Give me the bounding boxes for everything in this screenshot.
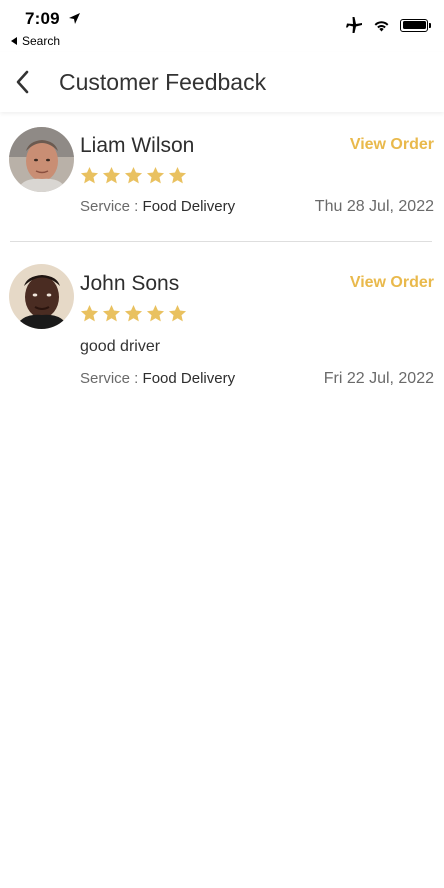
battery-icon (400, 18, 431, 32)
star-icon (124, 304, 143, 322)
wifi-icon (374, 20, 389, 31)
app-header: Customer Feedback (0, 52, 444, 112)
star-icon (168, 304, 187, 322)
back-triangle-icon (11, 37, 17, 45)
view-order-link[interactable]: View Order (350, 136, 434, 154)
back-to-search-link[interactable]: Search (11, 34, 60, 48)
avatar (9, 264, 74, 329)
star-icon (124, 166, 143, 184)
star-rating (80, 304, 187, 323)
service-label: Service : (80, 198, 139, 215)
star-icon (146, 166, 165, 184)
feedback-comment: good driver (80, 338, 161, 355)
airplane-icon (346, 17, 362, 33)
divider (10, 241, 432, 242)
star-icon (102, 166, 121, 184)
avatar (9, 127, 74, 192)
location-arrow-icon (69, 13, 80, 24)
status-icons (345, 17, 431, 33)
service-value: Food Delivery (142, 198, 236, 215)
feedback-date: Thu 28 Jul, 2022 (314, 198, 434, 215)
service-info: Service : Food Delivery (80, 370, 235, 387)
service-label: Service : (80, 370, 139, 387)
service-info: Service : Food Delivery (80, 198, 235, 215)
star-icon (80, 304, 99, 322)
star-icon (146, 304, 165, 322)
chevron-left-icon[interactable] (12, 68, 34, 96)
star-rating (80, 166, 187, 185)
page-title: Customer Feedback (59, 69, 267, 95)
clock-time: 7:09 (25, 9, 60, 28)
status-bar: 7:09 Search (0, 0, 444, 52)
customer-name: Liam Wilson (80, 134, 195, 157)
back-search-label: Search (22, 34, 61, 48)
customer-name: John Sons (80, 272, 180, 295)
star-icon (168, 166, 187, 184)
service-value: Food Delivery (142, 370, 236, 387)
feedback-date: Fri 22 Jul, 2022 (323, 370, 434, 387)
star-icon (80, 166, 99, 184)
view-order-link[interactable]: View Order (350, 274, 434, 292)
star-icon (102, 304, 121, 322)
